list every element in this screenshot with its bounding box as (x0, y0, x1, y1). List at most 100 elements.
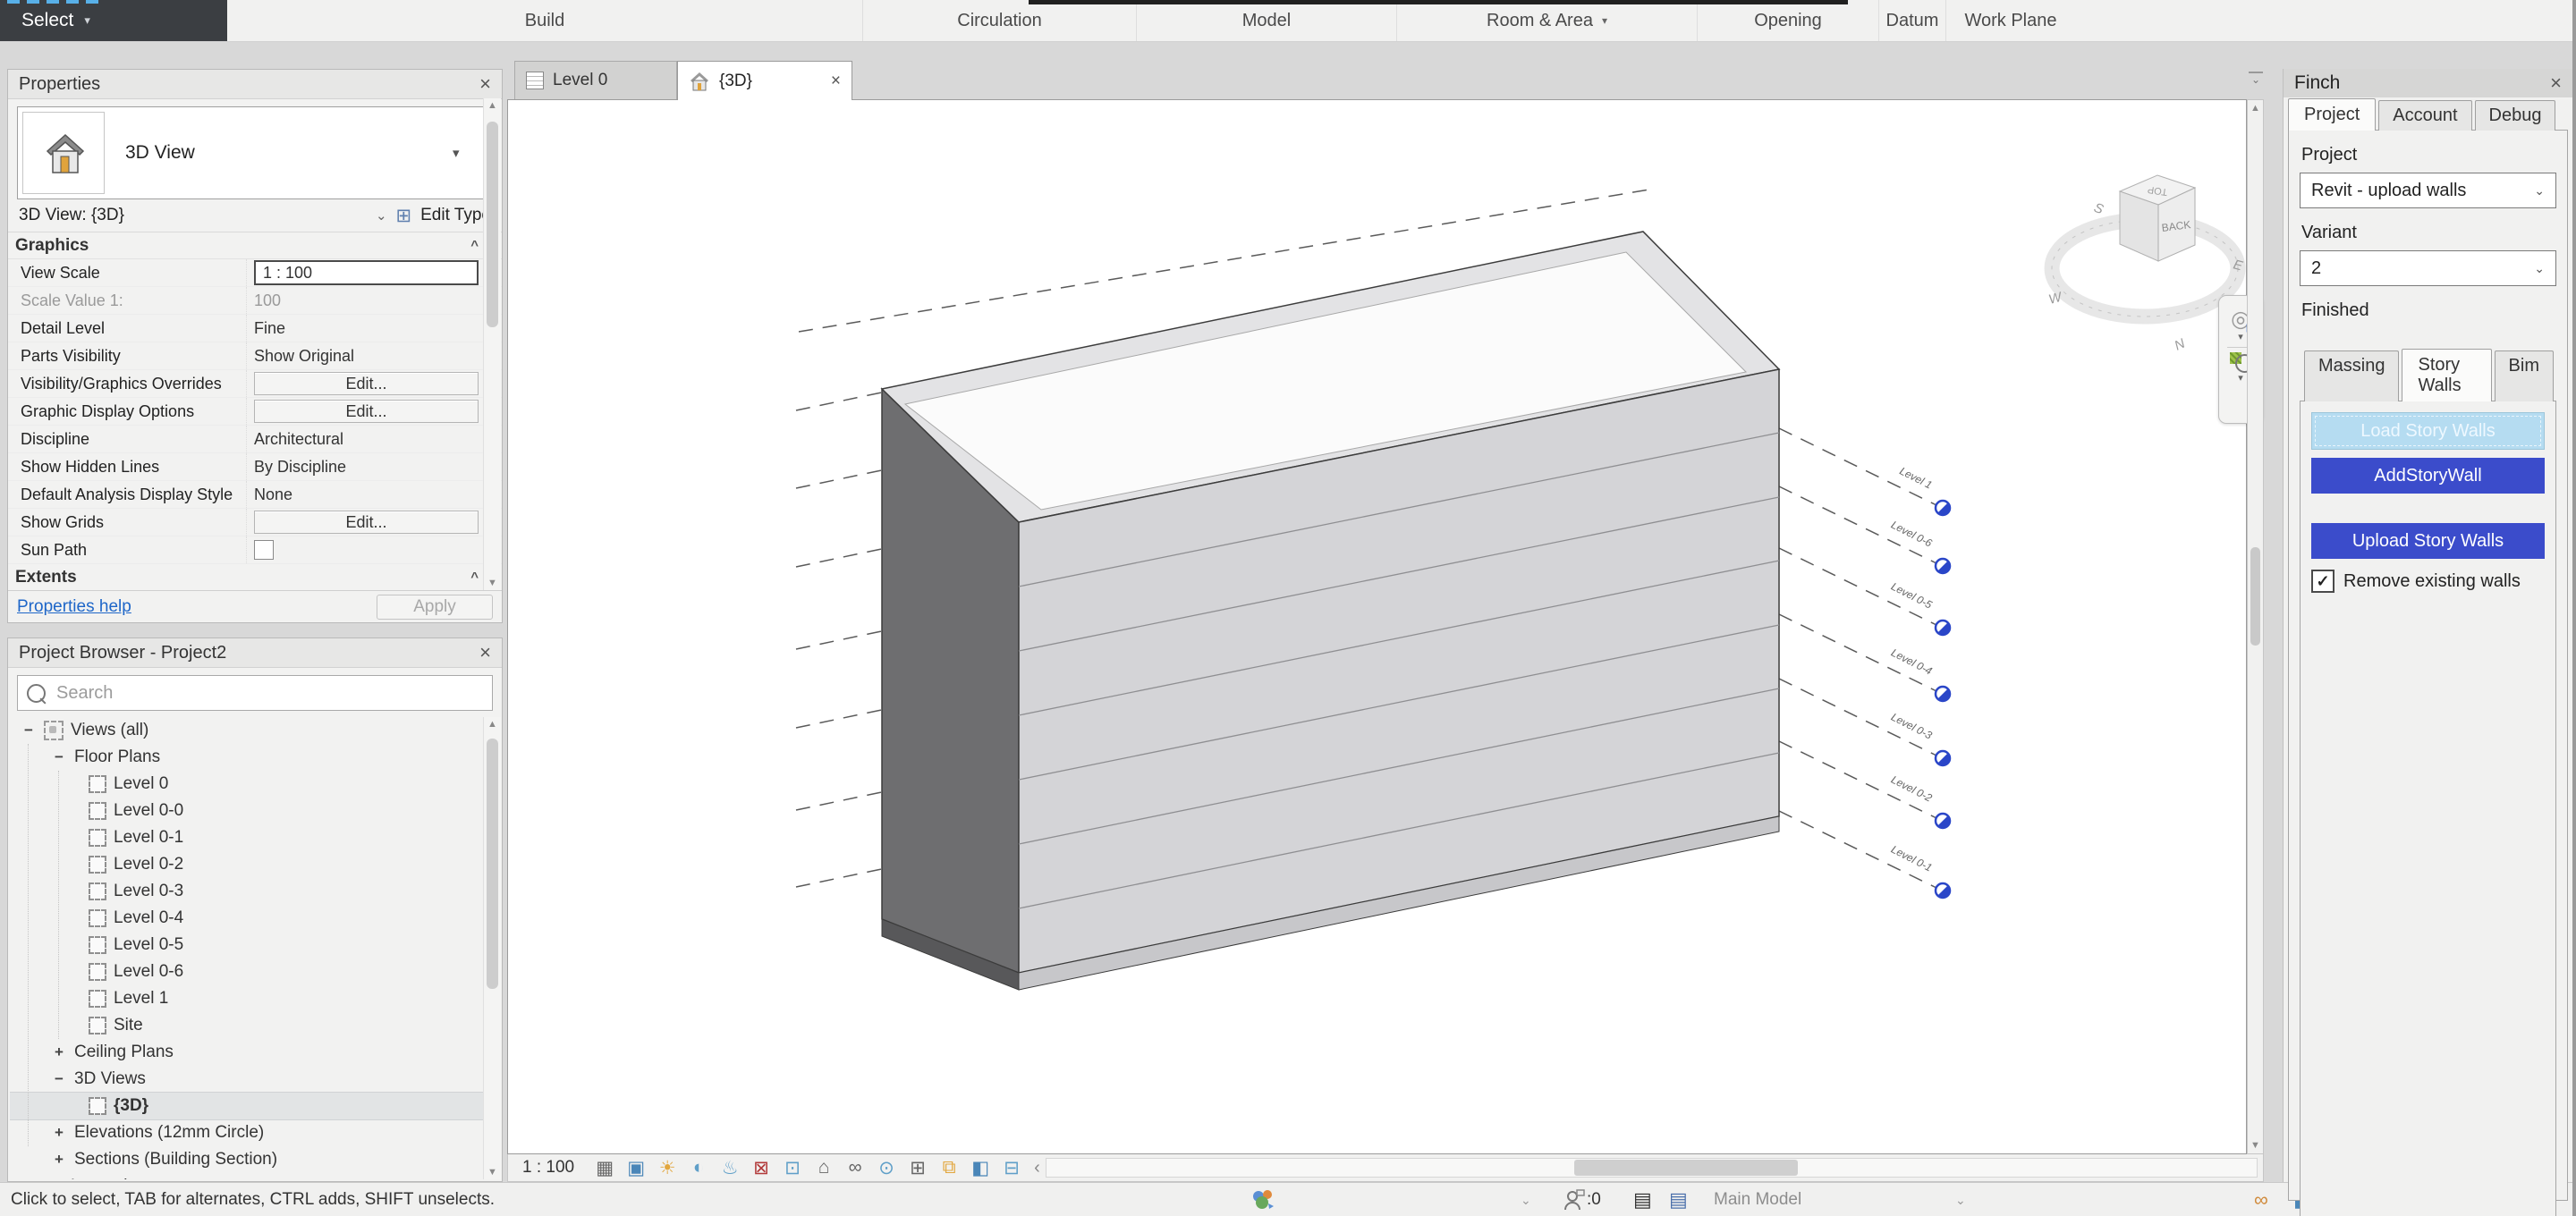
browser-scrollbar[interactable]: ▲ ▼ (483, 717, 501, 1179)
worksets-icon[interactable]: ▤ (1633, 1183, 1652, 1216)
chevron-down-icon[interactable]: ▾ (2238, 333, 2243, 342)
design-option-value[interactable]: Main Model (1714, 1183, 1801, 1216)
section-graphics[interactable]: Graphics ^ (8, 232, 502, 259)
view-scale-input[interactable]: 1 : 100 (254, 260, 479, 285)
chevron-down-icon[interactable]: ⌄ (1521, 1183, 1531, 1216)
section-extents[interactable]: Extents ^ (8, 564, 502, 591)
level-head-markers[interactable] (1936, 501, 1953, 900)
show-hidden-lines-value[interactable]: By Discipline (254, 458, 346, 477)
tree-item-legends[interactable]: +Legends (10, 1173, 483, 1179)
expand-icon[interactable]: + (51, 1043, 67, 1061)
editable-only-icon[interactable] (1563, 1183, 1585, 1216)
chevron-down-icon[interactable]: ⌄ (376, 207, 387, 224)
sun-path-icon[interactable]: ☀ (655, 1156, 680, 1179)
collapse-panel-icon[interactable]: ⌄ (2249, 72, 2263, 86)
close-icon[interactable]: × (479, 74, 491, 94)
type-selector[interactable]: 3D View ▾ (17, 106, 493, 199)
lock-view-icon[interactable]: ⌂ (811, 1156, 836, 1179)
chevron-down-icon[interactable]: ▾ (2238, 374, 2243, 384)
detail-level-value[interactable]: Fine (254, 319, 285, 338)
ribbon-group-circulation[interactable]: Circulation (863, 0, 1137, 41)
tab-project[interactable]: Project (2288, 98, 2376, 131)
ribbon-group-work-plane[interactable]: Work Plane (1946, 0, 2075, 41)
measure-icon[interactable]: ⊟ (999, 1156, 1024, 1179)
expand-icon[interactable]: + (21, 1178, 37, 1179)
edit-button[interactable]: Edit... (254, 400, 479, 423)
scrollbar-thumb[interactable] (1574, 1160, 1798, 1176)
close-icon[interactable]: × (479, 643, 491, 663)
close-icon[interactable]: × (831, 72, 841, 89)
scrollbar-thumb[interactable] (487, 739, 498, 989)
collapse-icon[interactable]: − (51, 748, 67, 766)
view-tab-level0[interactable]: Level 0 (514, 61, 677, 99)
ribbon-group-datum[interactable]: Datum (1879, 0, 1946, 41)
scroll-up-icon[interactable]: ▲ (484, 100, 501, 111)
parts-visibility-value[interactable]: Show Original (254, 347, 354, 366)
tree-item-level[interactable]: Level 0-4 (10, 905, 483, 932)
close-icon[interactable]: × (2550, 73, 2562, 93)
tree-item-ceiling-plans[interactable]: +Ceiling Plans (10, 1039, 483, 1066)
constraints-icon[interactable]: ⊞ (905, 1156, 930, 1179)
canvas-vscrollbar[interactable]: ▲ ▼ (2247, 99, 2264, 1154)
view-scale-button[interactable]: 1 : 100 (522, 1158, 574, 1178)
crop-region-icon[interactable]: ⊡ (780, 1156, 805, 1179)
select-links-icon[interactable]: ∞ (2254, 1183, 2268, 1216)
crop-view-icon[interactable]: ⊠ (749, 1156, 774, 1179)
visual-style-icon[interactable]: ▣ (623, 1156, 648, 1179)
tree-item-3d-views[interactable]: −3D Views (10, 1066, 483, 1093)
canvas-hscrollbar[interactable] (1046, 1158, 2258, 1178)
tab-story-walls[interactable]: Story Walls (2402, 349, 2491, 401)
collaborate-icon[interactable] (1250, 1183, 1275, 1216)
tree-item-level[interactable]: Level 0-2 (10, 851, 483, 878)
ribbon-group-opening[interactable]: Opening (1698, 0, 1879, 41)
tab-debug[interactable]: Debug (2475, 100, 2556, 131)
analytical-model-icon[interactable]: ◧ (968, 1156, 993, 1179)
ribbon-group-room-area[interactable]: Room & Area▾ (1397, 0, 1698, 41)
scroll-left-icon[interactable]: ‹ (1034, 1158, 1040, 1178)
sun-path-checkbox[interactable] (254, 540, 274, 560)
tree-item-views-all[interactable]: −Views (all) (10, 717, 483, 744)
scroll-up-icon[interactable]: ▲ (484, 719, 501, 730)
collapse-icon[interactable]: − (21, 722, 37, 739)
tree-item-3d-selected[interactable]: {3D} (10, 1093, 483, 1119)
tree-item-level[interactable]: Level 0-3 (10, 878, 483, 905)
instance-label[interactable]: 3D View: {3D} (19, 206, 367, 225)
temporary-hide-icon[interactable]: ⊙ (874, 1156, 899, 1179)
chevron-down-icon[interactable]: ⌄ (1955, 1183, 1966, 1216)
scroll-down-icon[interactable]: ▼ (484, 578, 501, 588)
scrollbar-thumb[interactable] (2250, 547, 2260, 646)
tree-item-site[interactable]: Site (10, 1012, 483, 1039)
collapse-icon[interactable]: − (51, 1070, 67, 1088)
scroll-down-icon[interactable]: ▼ (2248, 1140, 2263, 1151)
scroll-down-icon[interactable]: ▼ (484, 1167, 501, 1178)
ribbon-group-model[interactable]: Model (1137, 0, 1397, 41)
detail-level-icon[interactable]: ▦ (592, 1156, 617, 1179)
apply-button[interactable]: Apply (377, 595, 493, 620)
tree-item-level[interactable]: Level 0-1 (10, 824, 483, 851)
tree-item-floor-plans[interactable]: −Floor Plans (10, 744, 483, 771)
tree-item-level[interactable]: Level 0 (10, 771, 483, 798)
displacement-icon[interactable]: ⧉ (936, 1156, 962, 1179)
collapse-icon[interactable]: ^ (470, 570, 479, 585)
shadows-icon[interactable]: ◐ (686, 1156, 711, 1179)
tree-item-sections[interactable]: +Sections (Building Section) (10, 1146, 483, 1173)
tree-item-level[interactable]: Level 0-5 (10, 932, 483, 958)
scroll-up-icon[interactable]: ▲ (2248, 103, 2263, 114)
tab-account[interactable]: Account (2378, 100, 2471, 131)
select-panel[interactable]: Select ▾ (0, 0, 227, 41)
variant-select[interactable]: 2 ⌄ (2300, 250, 2556, 286)
tree-item-level[interactable]: Level 0-0 (10, 798, 483, 824)
tab-bim[interactable]: Bim (2495, 350, 2554, 401)
properties-help-link[interactable]: Properties help (17, 597, 377, 617)
discipline-value[interactable]: Architectural (254, 430, 343, 449)
design-options-icon[interactable]: ▤ (1669, 1183, 1688, 1216)
tree-item-elevations[interactable]: +Elevations (12mm Circle) (10, 1119, 483, 1146)
render-icon[interactable]: ♨ (717, 1156, 742, 1179)
edit-button[interactable]: Edit... (254, 511, 479, 534)
scrollbar-thumb[interactable] (487, 122, 498, 327)
load-story-walls-button[interactable]: Load Story Walls (2311, 412, 2545, 450)
analysis-style-value[interactable]: None (254, 486, 292, 504)
project-select[interactable]: Revit - upload walls ⌄ (2300, 173, 2556, 208)
add-story-wall-button[interactable]: AddStoryWall (2311, 458, 2545, 494)
view-cube[interactable]: S W N E TOP BACK (2047, 175, 2245, 354)
